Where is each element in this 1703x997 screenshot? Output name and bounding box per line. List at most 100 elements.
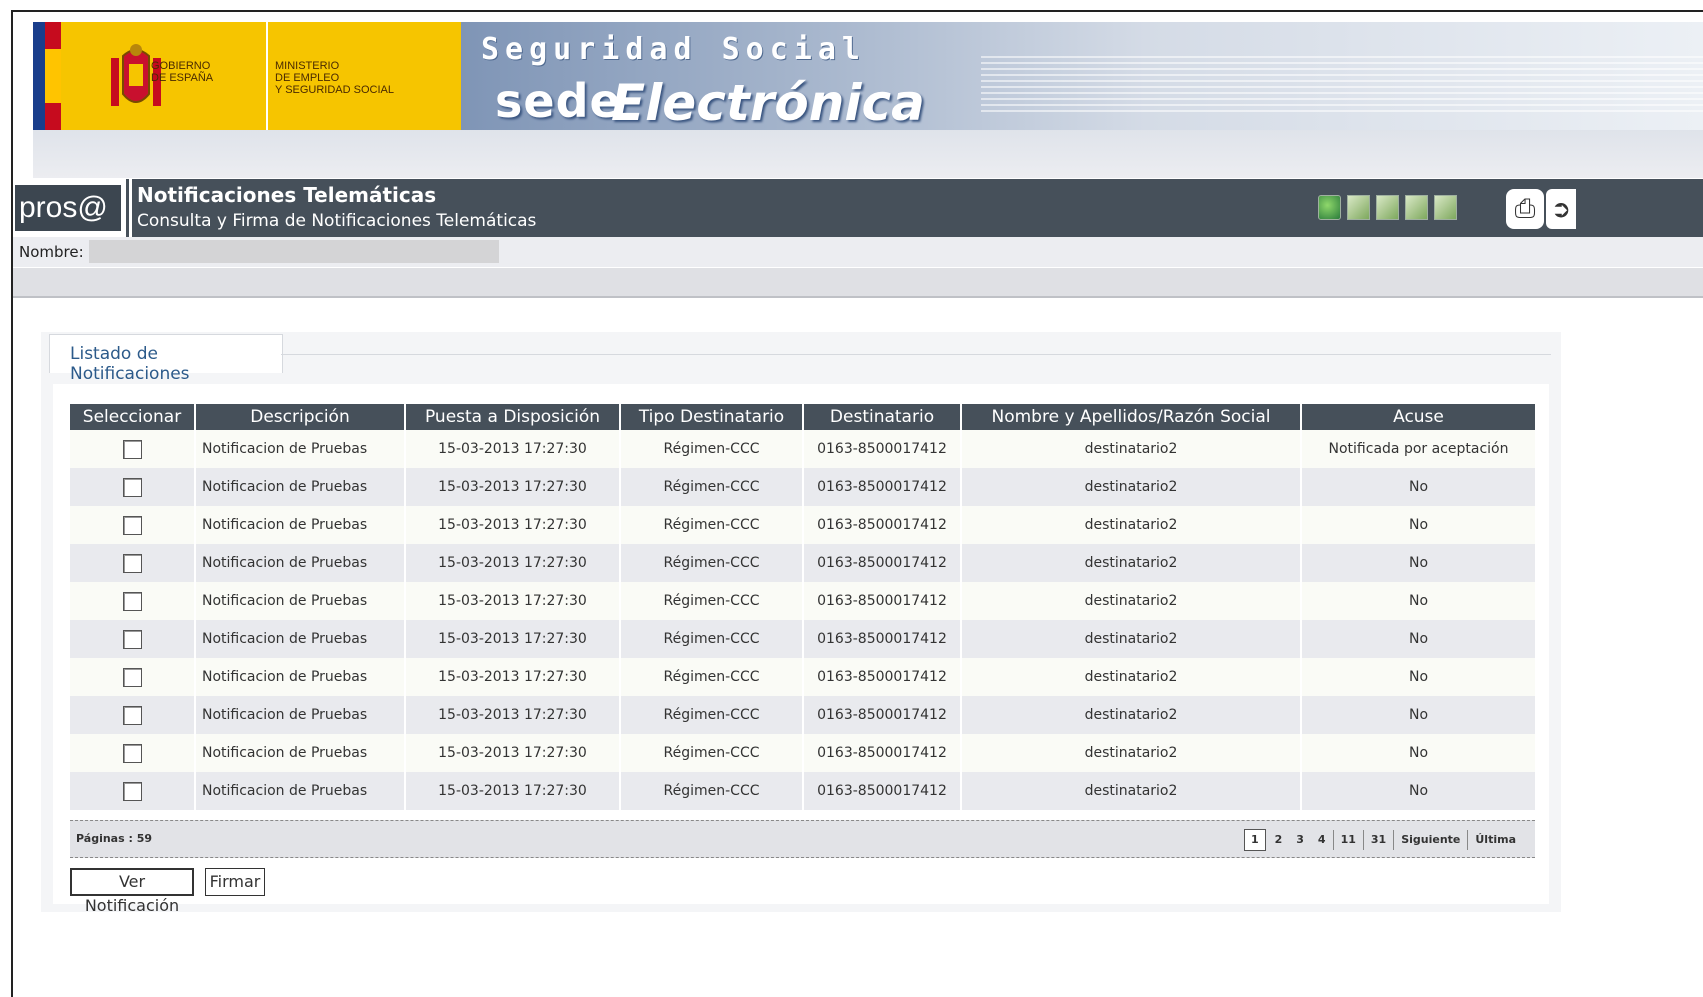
notifications-panel: Listado de Notificaciones Seleccionar De… <box>41 332 1561 915</box>
cell-puesta: 15-03-2013 17:27:30 <box>404 506 620 544</box>
cell-destinatario: 0163-8500017412 <box>802 582 961 620</box>
table-row[interactable]: Notificacion de Pruebas 15-03-2013 17:27:… <box>70 544 1535 582</box>
info-row <box>13 268 1703 298</box>
cell-destinatario: 0163-8500017412 <box>802 620 961 658</box>
cell-acuse: No <box>1300 620 1535 658</box>
column-header-tipo[interactable]: Tipo Destinatario <box>619 404 803 430</box>
cell-nombre: destinatario2 <box>960 772 1301 810</box>
sede-word: sede <box>495 74 622 128</box>
row-checkbox[interactable] <box>122 439 142 459</box>
document-settings-icon[interactable] <box>1405 195 1428 220</box>
cell-destinatario: 0163-8500017412 <box>802 506 961 544</box>
cell-acuse: No <box>1300 658 1535 696</box>
select-cell <box>70 544 195 582</box>
table-row[interactable]: Notificacion de Pruebas 15-03-2013 17:27:… <box>70 620 1535 658</box>
row-checkbox[interactable] <box>122 629 142 649</box>
next-page-link[interactable]: Siguiente <box>1393 830 1467 850</box>
app-subtitle: Consulta y Firma de Notificaciones Telem… <box>137 211 537 231</box>
cell-descripcion: Notificacion de Pruebas <box>194 696 405 734</box>
table-row[interactable]: Notificacion de Pruebas 15-03-2013 17:27:… <box>70 772 1535 810</box>
select-cell <box>70 620 195 658</box>
row-checkbox[interactable] <box>122 477 142 497</box>
last-page-link[interactable]: Última <box>1467 830 1523 850</box>
globe-icon[interactable] <box>1318 195 1341 220</box>
table-row[interactable]: Notificacion de Pruebas 15-03-2013 17:27:… <box>70 582 1535 620</box>
ver-notificacion-button[interactable]: Ver Notificación <box>70 868 194 915</box>
cell-acuse: No <box>1300 734 1535 772</box>
cell-puesta: 15-03-2013 17:27:30 <box>404 620 620 658</box>
table-row[interactable]: Notificacion de Pruebas 15-03-2013 17:27:… <box>70 696 1535 734</box>
tab-listado-notificaciones[interactable]: Listado de Notificaciones <box>49 334 283 384</box>
document-export-icon[interactable] <box>1347 195 1370 220</box>
seguridad-social-title: Seguridad Social <box>481 32 866 67</box>
cell-nombre: destinatario2 <box>960 696 1301 734</box>
cell-descripcion: Notificacion de Pruebas <box>194 620 405 658</box>
ministry-text: MINISTERIO DE EMPLEO Y SEGURIDAD SOCIAL <box>275 60 394 96</box>
row-checkbox[interactable] <box>122 553 142 573</box>
cell-descripcion: Notificacion de Pruebas <box>194 772 405 810</box>
cell-nombre: destinatario2 <box>960 430 1301 468</box>
row-checkbox[interactable] <box>122 743 142 763</box>
cell-puesta: 15-03-2013 17:27:30 <box>404 544 620 582</box>
cell-tipo: Régimen-CCC <box>619 506 803 544</box>
cell-tipo: Régimen-CCC <box>619 582 803 620</box>
firmar-button[interactable]: Firmar <box>205 868 265 896</box>
exit-icon[interactable]: ➲ <box>1546 189 1576 229</box>
column-header-nombre[interactable]: Nombre y Apellidos/Razón Social <box>960 404 1301 430</box>
cell-puesta: 15-03-2013 17:27:30 <box>404 582 620 620</box>
row-checkbox[interactable] <box>122 591 142 611</box>
page-link[interactable]: 3 <box>1289 830 1311 850</box>
cell-acuse: Notificada por aceptación <box>1300 430 1535 468</box>
gov-espana-text: GOBIERNO DE ESPAÑA <box>151 60 214 84</box>
cell-nombre: destinatario2 <box>960 468 1301 506</box>
cell-puesta: 15-03-2013 17:27:30 <box>404 430 620 468</box>
table-row[interactable]: Notificacion de Pruebas 15-03-2013 17:27:… <box>70 734 1535 772</box>
row-checkbox[interactable] <box>122 781 142 801</box>
header-gray-strip <box>33 130 1703 178</box>
select-cell <box>70 582 195 620</box>
table-row[interactable]: Notificacion de Pruebas 15-03-2013 17:27:… <box>70 658 1535 696</box>
table-row[interactable]: Notificacion de Pruebas 15-03-2013 17:27:… <box>70 430 1535 468</box>
document-refresh-icon[interactable] <box>1434 195 1457 220</box>
cell-descripcion: Notificacion de Pruebas <box>194 506 405 544</box>
cell-tipo: Régimen-CCC <box>619 696 803 734</box>
government-logo-block: GOBIERNO DE ESPAÑA MINISTERIO DE EMPLEO … <box>61 22 461 130</box>
cell-nombre: destinatario2 <box>960 658 1301 696</box>
cell-acuse: No <box>1300 544 1535 582</box>
page-link[interactable]: 2 <box>1268 830 1290 850</box>
row-checkbox[interactable] <box>122 705 142 725</box>
name-label: Nombre: <box>19 243 84 261</box>
cell-descripcion: Notificacion de Pruebas <box>194 658 405 696</box>
electronica-word: Electrónica <box>611 74 925 130</box>
prosa-logo: pros@ <box>13 179 132 270</box>
cell-descripcion: Notificacion de Pruebas <box>194 544 405 582</box>
eu-flag-strip <box>33 22 45 130</box>
column-header-acuse[interactable]: Acuse <box>1300 404 1535 430</box>
cell-descripcion: Notificacion de Pruebas <box>194 430 405 468</box>
page-link[interactable]: 11 <box>1332 830 1363 850</box>
column-header-puesta[interactable]: Puesta a Disposición <box>404 404 620 430</box>
row-checkbox[interactable] <box>122 667 142 687</box>
toolbar-icons <box>1318 195 1457 220</box>
page-link[interactable]: 31 <box>1362 830 1393 850</box>
cell-puesta: 15-03-2013 17:27:30 <box>404 658 620 696</box>
page-link[interactable]: 4 <box>1311 830 1333 850</box>
cell-acuse: No <box>1300 582 1535 620</box>
calendar-icon[interactable] <box>1376 195 1399 220</box>
sede-electronica-banner: Seguridad Social sede Electrónica <box>461 22 1703 130</box>
cell-tipo: Régimen-CCC <box>619 658 803 696</box>
cell-destinatario: 0163-8500017412 <box>802 696 961 734</box>
cell-nombre: destinatario2 <box>960 582 1301 620</box>
row-checkbox[interactable] <box>122 515 142 535</box>
table-header-row: Seleccionar Descripción Puesta a Disposi… <box>70 404 1535 430</box>
column-header-descripcion[interactable]: Descripción <box>194 404 405 430</box>
print-icon[interactable]: ⎙ <box>1506 189 1544 229</box>
cell-nombre: destinatario2 <box>960 544 1301 582</box>
table-row[interactable]: Notificacion de Pruebas 15-03-2013 17:27:… <box>70 506 1535 544</box>
cell-destinatario: 0163-8500017412 <box>802 734 961 772</box>
column-header-destinatario[interactable]: Destinatario <box>802 404 961 430</box>
cell-nombre: destinatario2 <box>960 734 1301 772</box>
panel-content: Seleccionar Descripción Puesta a Disposi… <box>53 384 1549 915</box>
table-row[interactable]: Notificacion de Pruebas 15-03-2013 17:27:… <box>70 468 1535 506</box>
page-current[interactable]: 1 <box>1243 829 1266 851</box>
